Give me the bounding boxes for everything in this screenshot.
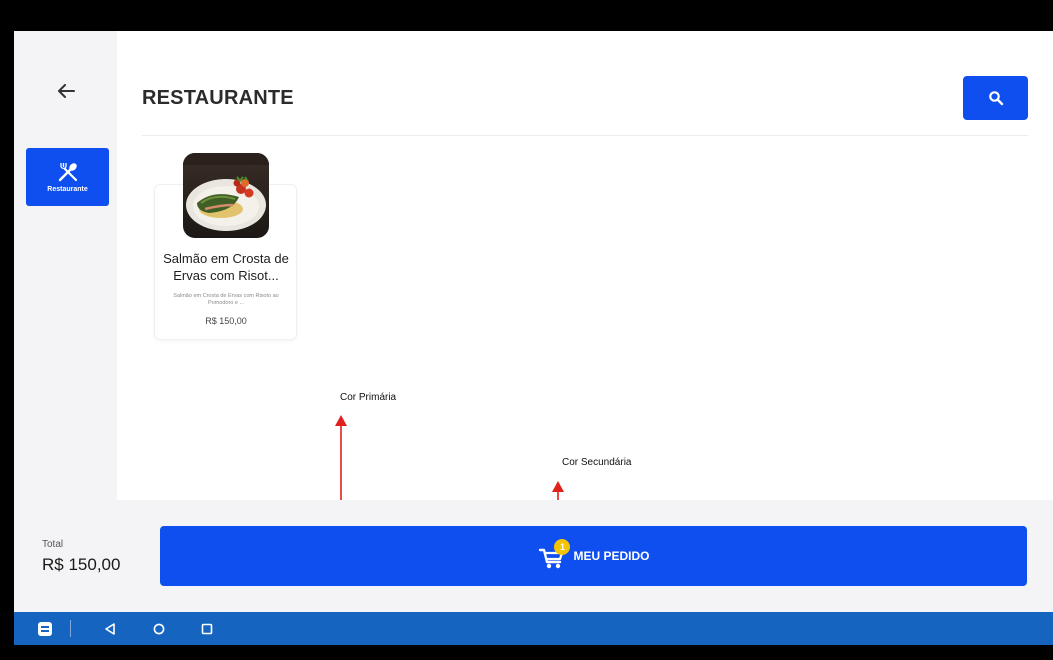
search-button[interactable] (963, 76, 1028, 120)
my-order-button[interactable]: 1 MEU PEDIDO (160, 526, 1027, 586)
header-divider (142, 135, 1028, 136)
nav-divider (70, 620, 71, 637)
product-name: Salmão em Crosta de Ervas com Risot... (163, 251, 289, 283)
sidebar: Restaurante (14, 31, 117, 500)
product-description: Salmão em Crosta de Ervas com Risoto ao … (173, 293, 279, 306)
search-icon (988, 91, 1003, 106)
nav-recents-icon[interactable] (199, 620, 215, 637)
page-title: RESTAURANTE (142, 87, 294, 109)
cart-count-badge: 1 (554, 539, 571, 555)
nav-home-icon[interactable] (151, 620, 167, 637)
nav-back-icon[interactable] (102, 620, 118, 637)
sidebar-item-label: Restaurante (47, 185, 88, 193)
utensils-icon (58, 162, 77, 181)
product-image (183, 153, 269, 238)
app-screen: Restaurante RESTAURANTE Salmão em Crosta… (14, 31, 1053, 645)
back-button[interactable] (52, 77, 80, 105)
sidebar-item-restaurante[interactable]: Restaurante (26, 148, 109, 206)
annotation-secondary-color: Cor Secundária (562, 457, 632, 468)
total-label: Total (42, 539, 64, 550)
device-frame: Restaurante RESTAURANTE Salmão em Crosta… (0, 0, 1053, 660)
android-nav-bar (14, 612, 1053, 645)
app-switcher-icon[interactable] (36, 620, 54, 637)
annotation-primary-color: Cor Primária (340, 392, 397, 403)
my-order-label: MEU PEDIDO (573, 549, 650, 563)
cart-icon-wrapper: 1 (537, 539, 571, 571)
arrow-left-icon (58, 84, 75, 98)
product-price: R$ 150,00 (205, 316, 247, 326)
total-value: R$ 150,00 (42, 555, 121, 574)
